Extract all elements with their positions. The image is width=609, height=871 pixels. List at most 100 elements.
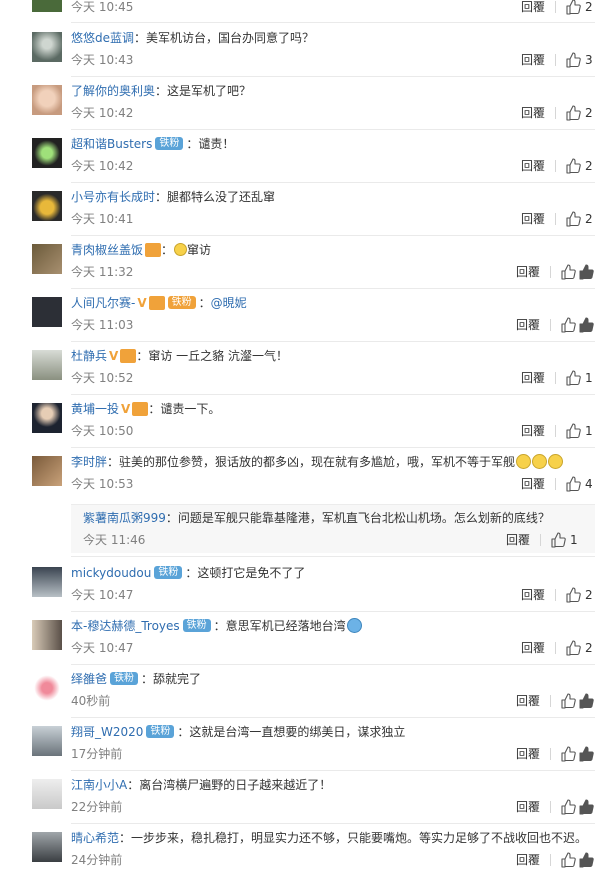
like-count: 1 [585, 424, 593, 438]
thumbs-up-filled-icon [579, 693, 594, 709]
reply-button[interactable]: 回覆 [516, 800, 540, 814]
thumbs-up-icon [566, 105, 581, 121]
avatar[interactable] [32, 85, 62, 115]
thumbs-up-icon [566, 370, 581, 386]
reply-button[interactable]: 回覆 [506, 533, 530, 547]
comment-time: 今天 10:42 [71, 106, 134, 120]
nested-reply: 紫薯南瓜粥999：问题是军舰只能靠基隆港，军机直飞台北松山机场。怎么划新的底线？… [71, 504, 595, 553]
avatar[interactable] [32, 403, 62, 433]
reply-button[interactable]: 回覆 [521, 424, 545, 438]
thumbs-up-icon [566, 476, 581, 492]
comment-time: 今天 11:46 [83, 533, 146, 547]
fan-badge: 铁粉 [167, 296, 196, 309]
comment-time: 今天 10:43 [71, 53, 134, 67]
avatar[interactable] [32, 620, 62, 650]
reply-button[interactable]: 回覆 [516, 265, 540, 279]
reply-button[interactable]: 回覆 [521, 53, 545, 67]
reply-button[interactable]: 回覆 [521, 477, 545, 491]
fan-medal-icon [145, 242, 162, 257]
fan-medal-icon [120, 348, 137, 363]
comment-text: 窜访 一丘之貉 沆瀣一气！ [148, 349, 288, 363]
vip-v-icon: V [109, 349, 119, 363]
like-count: 1 [585, 371, 593, 385]
reply-button[interactable]: 回覆 [516, 747, 540, 761]
comment-text: 问题是军舰只能靠基隆港，军机直飞台北松山机场。怎么划新的底线？ [177, 511, 550, 525]
vip-v-icon: V [137, 296, 147, 310]
thumbs-up-icon [551, 532, 566, 548]
avatar[interactable] [32, 297, 62, 327]
thumbs-up-icon [561, 852, 576, 868]
comment-username[interactable]: 杜静兵 [71, 349, 107, 363]
avatar[interactable] [32, 138, 62, 168]
reply-button[interactable]: 回覆 [521, 371, 545, 385]
avatar[interactable] [32, 191, 62, 221]
reply-button[interactable]: 回覆 [521, 212, 545, 226]
fan-medal-icon [148, 295, 165, 310]
comment-time: 今天 10:53 [71, 477, 134, 491]
reply-button[interactable]: 回覆 [516, 853, 540, 867]
reply-button[interactable]: 回覆 [521, 641, 545, 655]
comment-username[interactable]: 超和谐Busters [71, 137, 152, 151]
thumbs-up-icon [566, 211, 581, 227]
reply-button[interactable]: 回覆 [521, 159, 545, 173]
reply-button[interactable]: 回覆 [516, 318, 540, 332]
smile-emoji-icon [532, 454, 548, 469]
fan-badge: 铁粉 [155, 137, 184, 150]
thumbs-up-filled-icon [579, 852, 594, 868]
avatar[interactable] [32, 350, 62, 380]
comment-username[interactable]: 黄埔一投 [71, 402, 119, 416]
avatar[interactable] [32, 32, 62, 62]
avatar[interactable] [32, 567, 62, 597]
comment-text: 一步步来，稳扎稳打，明显实力还不够，只能要嘴炮。等实力足够了不战收回也不迟。 [131, 831, 588, 845]
smile-emoji-icon [548, 454, 564, 469]
comment-username[interactable]: 了解你的奥利奥 [71, 84, 155, 98]
thumbs-up-filled-icon [579, 317, 594, 333]
comment-text: 谴责一下。 [160, 402, 221, 416]
thumbs-up-icon [566, 423, 581, 439]
comment-time: 今天 10:47 [71, 588, 134, 602]
avatar[interactable] [32, 673, 62, 703]
avatar[interactable] [32, 0, 62, 12]
comment-username[interactable]: 紫薯南瓜粥999 [83, 511, 166, 525]
avatar[interactable] [32, 456, 62, 486]
comment-text: @晛妮 [210, 296, 247, 310]
comment-text: 意思军机已经落地台湾 [225, 619, 346, 633]
avatar[interactable] [32, 244, 62, 274]
like-count: 2 [585, 212, 593, 226]
comment-username[interactable]: mickydoudou [71, 566, 151, 580]
comment-username[interactable]: 人间凡尔赛- [71, 296, 135, 310]
comment-text: 这是军机了吧？ [167, 84, 252, 98]
comment-username[interactable]: 晴心希范 [71, 831, 119, 845]
like-count: 2 [585, 588, 593, 602]
comment-text: 离台湾横尸遍野的日子越来越近了！ [139, 778, 332, 792]
comment-username[interactable]: 绎雒爸 [71, 672, 107, 686]
thumbs-up-icon [566, 158, 581, 174]
avatar[interactable] [32, 726, 62, 756]
reply-button[interactable]: 回覆 [521, 0, 545, 14]
comment-time: 24分钟前 [71, 853, 123, 867]
like-count: 3 [585, 53, 593, 67]
reply-button[interactable]: 回覆 [521, 106, 545, 120]
thumbs-up-icon [566, 52, 581, 68]
comment-username[interactable]: 悠悠de蓝调 [71, 31, 134, 45]
avatar[interactable] [32, 832, 62, 862]
fan-medal-icon [132, 401, 149, 416]
fan-badge: 铁粉 [182, 619, 211, 632]
like-count: 2 [585, 0, 593, 14]
comment-username[interactable]: 小号亦有长成时 [71, 190, 155, 204]
reply-button[interactable]: 回覆 [516, 694, 540, 708]
avatar[interactable] [32, 779, 62, 809]
like-count: 1 [570, 533, 578, 547]
comment-time: 今天 10:52 [71, 371, 134, 385]
comment-username[interactable]: 江南小小A [71, 778, 127, 792]
thumbs-up-filled-icon [579, 746, 594, 762]
comment-time: 今天 10:41 [71, 212, 134, 226]
comment-username[interactable]: 本-穆达赫德_Troyes [71, 619, 180, 633]
comment-time: 今天 11:03 [71, 318, 134, 332]
reply-button[interactable]: 回覆 [521, 588, 545, 602]
comment-username[interactable]: 青肉椒丝盖饭 [71, 243, 143, 257]
comment-text: 窜访 [187, 243, 212, 257]
comment-username[interactable]: 李时胖 [71, 455, 107, 469]
like-count: 2 [585, 641, 593, 655]
comment-username[interactable]: 翔哥_W2020 [71, 725, 143, 739]
